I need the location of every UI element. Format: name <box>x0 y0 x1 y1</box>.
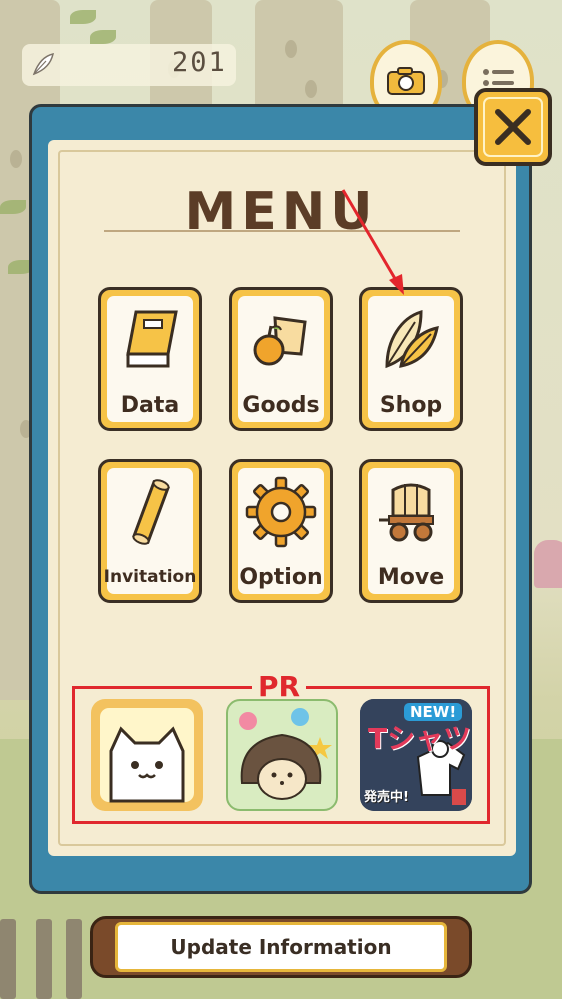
gear-icon <box>245 476 317 548</box>
tile-label: Option <box>239 565 323 590</box>
pr-app-tshirt[interactable]: NEW! Tシャツ 発売中! <box>360 699 472 811</box>
menu-tile-move[interactable]: Move <box>359 459 463 603</box>
title-divider <box>104 230 460 232</box>
wagon-icon <box>379 483 434 542</box>
tile-label: Goods <box>242 393 320 418</box>
update-information-button[interactable]: Update Information <box>115 922 447 972</box>
pr-app-hedgehog[interactable] <box>226 699 338 811</box>
camera-icon <box>387 67 425 95</box>
tile-label: Shop <box>379 393 443 418</box>
feather-icon <box>32 53 54 76</box>
hedgehog-app-icon <box>239 708 332 800</box>
book-icon <box>126 310 178 368</box>
tile-label: Invitation <box>103 567 197 587</box>
menu-tile-goods[interactable]: Goods <box>229 287 333 431</box>
feather-count: 201 <box>172 47 227 78</box>
tshirt-title: Tシャツ <box>368 722 472 755</box>
feather-counter: 201 <box>22 44 236 86</box>
tile-label: Move <box>377 565 445 590</box>
neko-app-icon <box>109 726 185 803</box>
menu-title: MENU <box>184 182 378 242</box>
close-button[interactable] <box>474 88 552 166</box>
on-sale-text: 発売中! <box>364 790 409 805</box>
menu-tile-invitation[interactable]: Invitation <box>98 459 202 603</box>
menu-tile-data[interactable]: Data <box>98 287 202 431</box>
menu-tile-option[interactable]: Option <box>229 459 333 603</box>
tile-label: Data <box>120 393 180 418</box>
pr-app-neko[interactable] <box>91 699 203 811</box>
feather-icon <box>385 309 439 369</box>
close-icon <box>495 109 531 145</box>
menu-tile-shop[interactable]: Shop <box>359 287 463 431</box>
scroll-icon <box>132 479 170 545</box>
goods-icon <box>253 316 307 366</box>
